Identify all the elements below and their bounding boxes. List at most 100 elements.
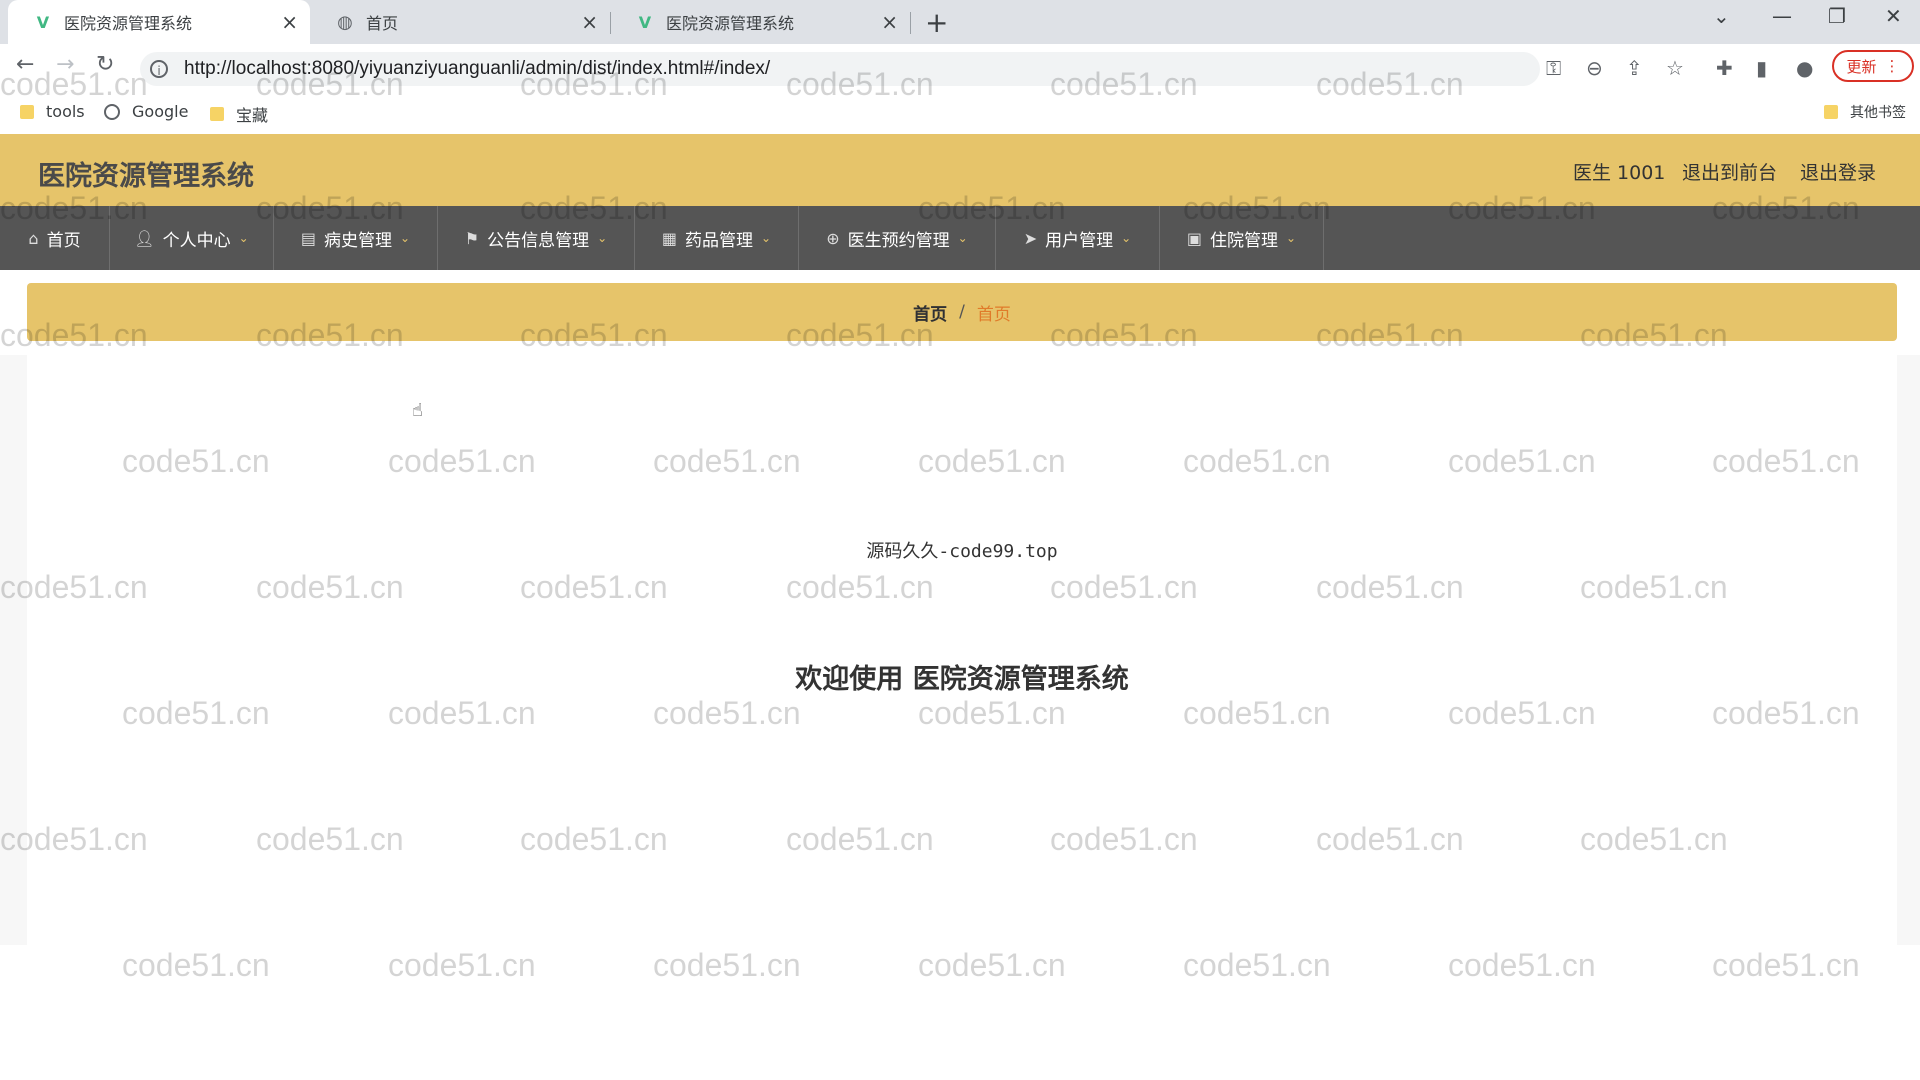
browser-tab-strip: V 医院资源管理系统 × ◍ 首页 × V 医院资源管理系统 × + ⌄ — ❐…	[0, 0, 1920, 44]
globe-icon: ◍	[337, 11, 353, 33]
zoom-icon[interactable]: ⊖	[1586, 56, 1603, 80]
vue-icon: V	[638, 12, 652, 32]
browser-tab-2[interactable]: ◍ 首页 ×	[310, 0, 610, 44]
nav-item-home[interactable]: ⌂ 首页	[0, 206, 110, 270]
bookmark-label: tools	[46, 102, 85, 121]
welcome-heading: 欢迎使用 医院资源管理系统	[795, 664, 1129, 695]
chevron-down-icon: ⌄	[597, 231, 608, 245]
extensions-puzzle-icon[interactable]: ✚	[1716, 56, 1733, 80]
chevron-down-icon: ⌄	[957, 231, 968, 245]
grid-icon: ▦	[661, 228, 678, 248]
app-title: 医院资源管理系统	[38, 161, 254, 192]
breadcrumb: 首页 / 首页	[27, 283, 1897, 341]
star-icon[interactable]: ☆	[1666, 56, 1684, 80]
user-icon: 👤︎	[134, 228, 155, 248]
bookmark-treasure[interactable]: 宝藏	[210, 102, 268, 126]
nav-label: 用户管理	[1045, 230, 1114, 251]
clipboard-icon: ▤	[300, 228, 317, 248]
current-user: 医生 1001	[1573, 162, 1666, 184]
logout-link[interactable]: 退出登录	[1800, 158, 1876, 185]
vue-icon: V	[36, 12, 50, 32]
nav-item-announcements[interactable]: ⚑ 公告信息管理 ⌄	[438, 206, 635, 270]
home-icon: ⌂	[28, 228, 39, 248]
nav-label: 首页	[46, 230, 81, 251]
tab-separator	[910, 12, 911, 34]
folder-icon	[210, 107, 224, 121]
restore-icon[interactable]: ❐	[1828, 4, 1846, 28]
window-close-icon[interactable]: ✕	[1885, 4, 1902, 28]
browser-tab-1[interactable]: V 医院资源管理系统 ×	[8, 0, 310, 44]
watermark: code51.cn	[653, 947, 801, 983]
nav-label: 药品管理	[685, 230, 754, 251]
nav-label: 病史管理	[324, 230, 393, 251]
tab-title: 医院资源管理系统	[666, 14, 795, 33]
nav-item-medical-history[interactable]: ▤ 病史管理 ⌄	[274, 206, 438, 270]
folder-icon	[1824, 105, 1838, 119]
watermark: code51.cn	[388, 947, 536, 983]
minimize-icon[interactable]: —	[1772, 4, 1792, 28]
address-bar[interactable]: i http://localhost:8080/yiyuanziyuanguan…	[140, 52, 1540, 86]
watermark: code51.cn	[1183, 947, 1331, 983]
watermark: code51.cn	[918, 947, 1066, 983]
main-nav: ⌂ 首页 👤︎ 个人中心 ⌄ ▤ 病史管理 ⌄ ⚑ 公告信息管理 ⌄ ▦ 药品管…	[0, 206, 1920, 270]
folder-icon	[20, 104, 34, 119]
bookmark-label: 宝藏	[236, 106, 269, 125]
chevron-down-icon: ⌄	[761, 231, 772, 245]
profile-avatar-icon[interactable]: ●	[1796, 56, 1813, 80]
side-background	[0, 355, 27, 945]
other-bookmarks-label: 其他书签	[1850, 105, 1906, 121]
tab-search-chevron-icon[interactable]: ⌄	[1713, 4, 1730, 28]
chevron-down-icon: ⌄	[1121, 231, 1132, 245]
new-tab-plus-icon[interactable]: +	[925, 6, 948, 39]
tab-title: 医院资源管理系统	[64, 14, 193, 33]
flag-icon: ⚑	[464, 228, 480, 248]
watermark: code51.cn	[1448, 947, 1596, 983]
nav-item-doctor-appointment[interactable]: ⊕ 医生预约管理 ⌄	[799, 206, 996, 270]
bookmark-tools[interactable]: tools	[20, 102, 85, 121]
chevron-down-icon: ⌄	[238, 231, 249, 245]
site-info-icon[interactable]: i	[150, 60, 168, 78]
tab-title: 首页	[366, 14, 399, 33]
watermark: code51.cn	[122, 947, 270, 983]
other-bookmarks[interactable]: 其他书签	[1824, 102, 1906, 122]
forward-arrow-icon[interactable]: →	[56, 52, 74, 77]
breadcrumb-separator: /	[959, 302, 965, 322]
bookmarks-bar: tools Google 宝藏 其他书签	[0, 92, 1920, 135]
close-icon[interactable]: ×	[881, 10, 898, 34]
update-button[interactable]: 更新 ⋮	[1832, 50, 1914, 82]
app-header: 医院资源管理系统 医生 1001 退出到前台 退出登录	[0, 134, 1920, 206]
breadcrumb-current: 首页	[976, 304, 1011, 325]
bookmark-google[interactable]: Google	[104, 102, 188, 121]
nav-item-user-management[interactable]: ➤ 用户管理 ⌄	[996, 206, 1160, 270]
chevron-down-icon: ⌄	[400, 231, 411, 245]
nav-label: 住院管理	[1210, 230, 1279, 251]
key-icon[interactable]: ⚿	[1546, 56, 1561, 80]
nav-label: 医生预约管理	[847, 230, 950, 251]
nav-item-personal-center[interactable]: 👤︎ 个人中心 ⌄	[110, 206, 274, 270]
monitor-icon: ▣	[1186, 228, 1203, 248]
nav-item-inpatient[interactable]: ▣ 住院管理 ⌄	[1160, 206, 1324, 270]
nav-label: 公告信息管理	[487, 230, 590, 251]
back-arrow-icon[interactable]: ←	[16, 52, 34, 77]
side-background	[1897, 355, 1920, 945]
browser-toolbar: ← → ↻ i http://localhost:8080/yiyuanziyu…	[0, 44, 1920, 92]
nav-label: 个人中心	[162, 230, 231, 251]
menu-dots-icon: ⋮	[1884, 57, 1900, 75]
reload-icon[interactable]: ↻	[96, 52, 114, 77]
breadcrumb-home[interactable]: 首页	[913, 300, 947, 325]
update-label: 更新	[1846, 57, 1877, 76]
browser-tab-3[interactable]: V 医院资源管理系统 ×	[610, 0, 910, 44]
nav-item-medicine[interactable]: ▦ 药品管理 ⌄	[635, 206, 799, 270]
chevron-down-icon: ⌄	[1286, 231, 1297, 245]
send-icon: ➤	[1023, 228, 1038, 248]
back-to-front-link[interactable]: 退出到前台	[1682, 158, 1777, 185]
source-notice: 源码久久-code99.top	[866, 541, 1058, 562]
close-icon[interactable]: ×	[581, 10, 598, 34]
globe-icon	[104, 103, 120, 120]
share-icon[interactable]: ⇪	[1626, 56, 1643, 80]
crosshair-icon: ⊕	[826, 228, 840, 248]
url-text[interactable]: http://localhost:8080/yiyuanziyuanguanli…	[184, 58, 770, 80]
close-icon[interactable]: ×	[281, 10, 298, 34]
main-content: 源码久久-code99.top 欢迎使用 医院资源管理系统	[27, 355, 1897, 945]
side-panel-icon[interactable]: ▮	[1756, 56, 1767, 80]
